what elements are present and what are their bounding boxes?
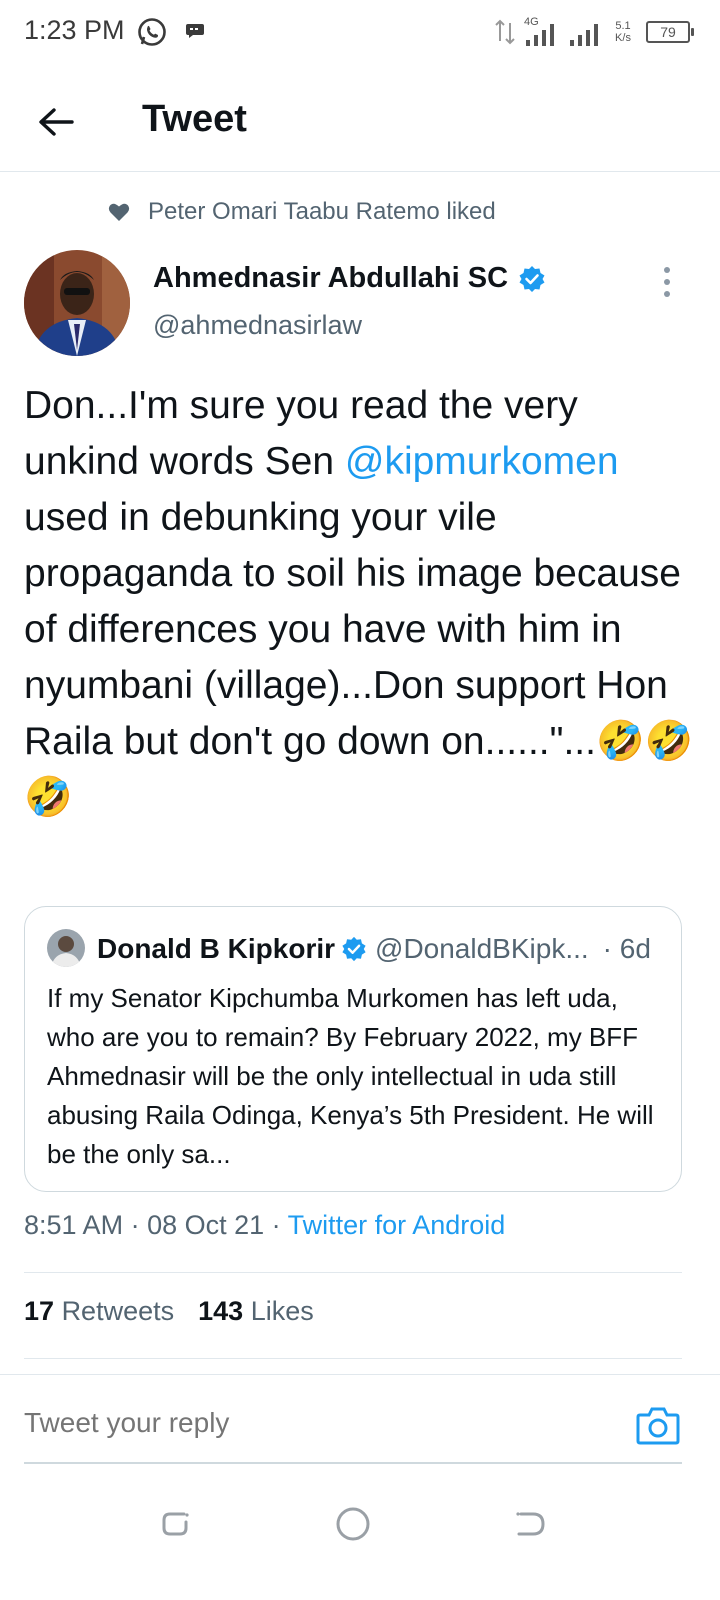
divider <box>24 1358 682 1359</box>
author-photo-icon <box>24 250 130 356</box>
network-speed-unit: K/s <box>615 32 631 44</box>
tweet-source-link[interactable]: Twitter for Android <box>288 1210 506 1240</box>
camera-icon <box>636 1407 680 1445</box>
meta-separator: · <box>264 1210 288 1240</box>
likes-stat[interactable]: 143 Likes <box>198 1296 314 1327</box>
home-button[interactable] <box>331 1502 375 1546</box>
divider <box>24 1272 682 1273</box>
signal-bars-icon <box>526 24 554 46</box>
data-transfer-icon <box>495 19 515 45</box>
verified-badge-icon <box>519 265 545 292</box>
divider <box>24 1462 682 1464</box>
top-app-bar: Tweet <box>0 72 720 172</box>
message-notification-icon <box>186 24 204 38</box>
signal-bars-sim2-icon <box>570 24 598 46</box>
author-name[interactable]: Ahmednasir Abdullahi SC <box>153 262 546 295</box>
more-dot-icon <box>664 291 670 297</box>
social-context-text: Peter Omari Taabu Ratemo liked <box>148 198 496 225</box>
more-dot-icon <box>664 267 670 273</box>
network-speed-value: 5.1 <box>615 20 631 32</box>
quoted-tweet-text: If my Senator Kipchumba Murkomen has lef… <box>47 983 654 1169</box>
retweets-count: 17 <box>24 1296 55 1326</box>
quoted-author-name: Donald B Kipkorir <box>97 933 336 964</box>
retweets-stat[interactable]: 17 Retweets <box>24 1296 174 1327</box>
likes-label: Likes <box>250 1296 314 1326</box>
status-bar: 1:23 PM 4G 5.1 K/s 79 <box>0 0 720 64</box>
likes-count: 143 <box>198 1296 244 1326</box>
more-options-button[interactable] <box>652 262 682 302</box>
social-context[interactable]: Peter Omari Taabu Ratemo liked <box>108 196 496 228</box>
status-time: 1:23 PM <box>24 15 125 45</box>
heart-icon <box>108 203 130 221</box>
system-navigation-bar <box>0 1480 720 1600</box>
meta-separator: · <box>123 1210 148 1240</box>
more-dot-icon <box>664 279 670 285</box>
tweet-meta: 8:51 AM · 08 Oct 21 · Twitter for Androi… <box>24 1210 505 1241</box>
back-button[interactable] <box>30 96 82 148</box>
tweet-body: Don...I'm sure you read the very unkind … <box>24 378 700 826</box>
author-handle[interactable]: @ahmednasirlaw <box>153 310 362 341</box>
whatsapp-icon <box>138 18 166 46</box>
arrow-left-icon <box>39 108 74 136</box>
quoted-author-handle: @DonaldBKipk... <box>375 933 589 964</box>
reply-input[interactable] <box>24 1407 584 1439</box>
back-nav-icon <box>516 1512 545 1536</box>
battery-indicator: 79 <box>646 21 694 43</box>
recents-icon <box>162 1512 189 1536</box>
home-circle-icon <box>336 1507 370 1541</box>
signal-4g-indicator: 4G <box>524 16 560 48</box>
network-speed: 5.1 K/s <box>608 20 638 44</box>
back-nav-button[interactable] <box>508 1502 552 1546</box>
quoted-tweet-header: Donald B Kipkorir @DonaldBKipk... · 6d <box>97 929 669 969</box>
author-avatar[interactable] <box>24 250 130 356</box>
author-name-text: Ahmednasir Abdullahi SC <box>153 262 509 294</box>
status-right-group: 4G 5.1 K/s 79 <box>494 14 694 50</box>
tweet-time: 8:51 AM <box>24 1210 124 1240</box>
tweet-date: 08 Oct 21 <box>147 1210 265 1240</box>
quoted-author-photo-icon <box>47 929 85 967</box>
quoted-author-avatar <box>47 929 85 967</box>
mention-link[interactable]: @kipmurkomen <box>345 440 619 483</box>
page-title: Tweet <box>142 98 247 140</box>
camera-button[interactable] <box>636 1405 680 1445</box>
quoted-tweet-time: · 6d <box>602 933 651 964</box>
reply-bar <box>0 1374 720 1464</box>
retweets-label: Retweets <box>61 1296 175 1326</box>
verified-badge-icon <box>342 936 366 962</box>
quoted-tweet-card[interactable]: Donald B Kipkorir @DonaldBKipk... · 6d I… <box>24 906 682 1192</box>
tweet-text-part: used in debunking your vile propaganda t… <box>24 496 694 819</box>
recents-button[interactable] <box>154 1502 198 1546</box>
tweet-stats: 17 Retweets 143 Likes <box>24 1296 314 1327</box>
